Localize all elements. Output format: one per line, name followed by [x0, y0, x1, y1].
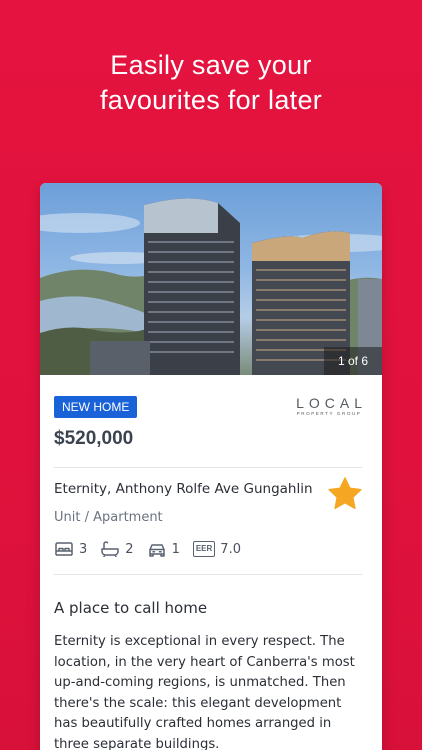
eer-icon: EER: [192, 541, 216, 557]
car-spaces-count: 1: [171, 541, 180, 557]
listing-address: Eternity, Anthony Rolfe Ave Gungahlin: [54, 481, 313, 497]
eer-feature: EER 7.0: [192, 541, 241, 557]
bed-icon: [55, 542, 73, 556]
listing-card[interactable]: 1 of 6 NEW HOME LOCAL PROPERTY GROUP $52…: [40, 183, 382, 750]
headline-line-2: favourites for later: [99, 85, 323, 115]
photo-counter: 1 of 6: [324, 347, 382, 375]
bedrooms-feature: 3: [54, 541, 87, 557]
agency-logo-name: LOCAL: [296, 395, 367, 411]
bathrooms-feature: 2: [100, 541, 134, 557]
property-type: Unit / Apartment: [54, 510, 163, 525]
star-icon[interactable]: [326, 475, 364, 513]
car-spaces-feature: 1: [147, 541, 180, 557]
description-text: Eternity is exceptional in every respect…: [54, 634, 355, 750]
headline-line-1: Easily save your: [110, 50, 312, 80]
eer-value: 7.0: [220, 541, 241, 557]
listing-price: $520,000: [54, 428, 134, 449]
bath-icon: [101, 541, 120, 557]
bathrooms-count: 2: [125, 541, 134, 557]
agency-logo-tagline: PROPERTY GROUP: [296, 411, 362, 416]
listing-photo[interactable]: 1 of 6: [40, 183, 382, 375]
divider: [54, 467, 362, 468]
property-features: 3 2 1 EER 7.0: [54, 539, 254, 559]
car-icon: [148, 544, 165, 557]
agency-logo[interactable]: LOCAL PROPERTY GROUP: [296, 396, 362, 417]
description-title: A place to call home: [54, 599, 208, 617]
divider: [54, 574, 362, 575]
new-home-badge: NEW HOME: [54, 396, 138, 418]
bedrooms-count: 3: [79, 541, 88, 557]
promo-headline: Easily save your favourites for later: [0, 48, 422, 118]
